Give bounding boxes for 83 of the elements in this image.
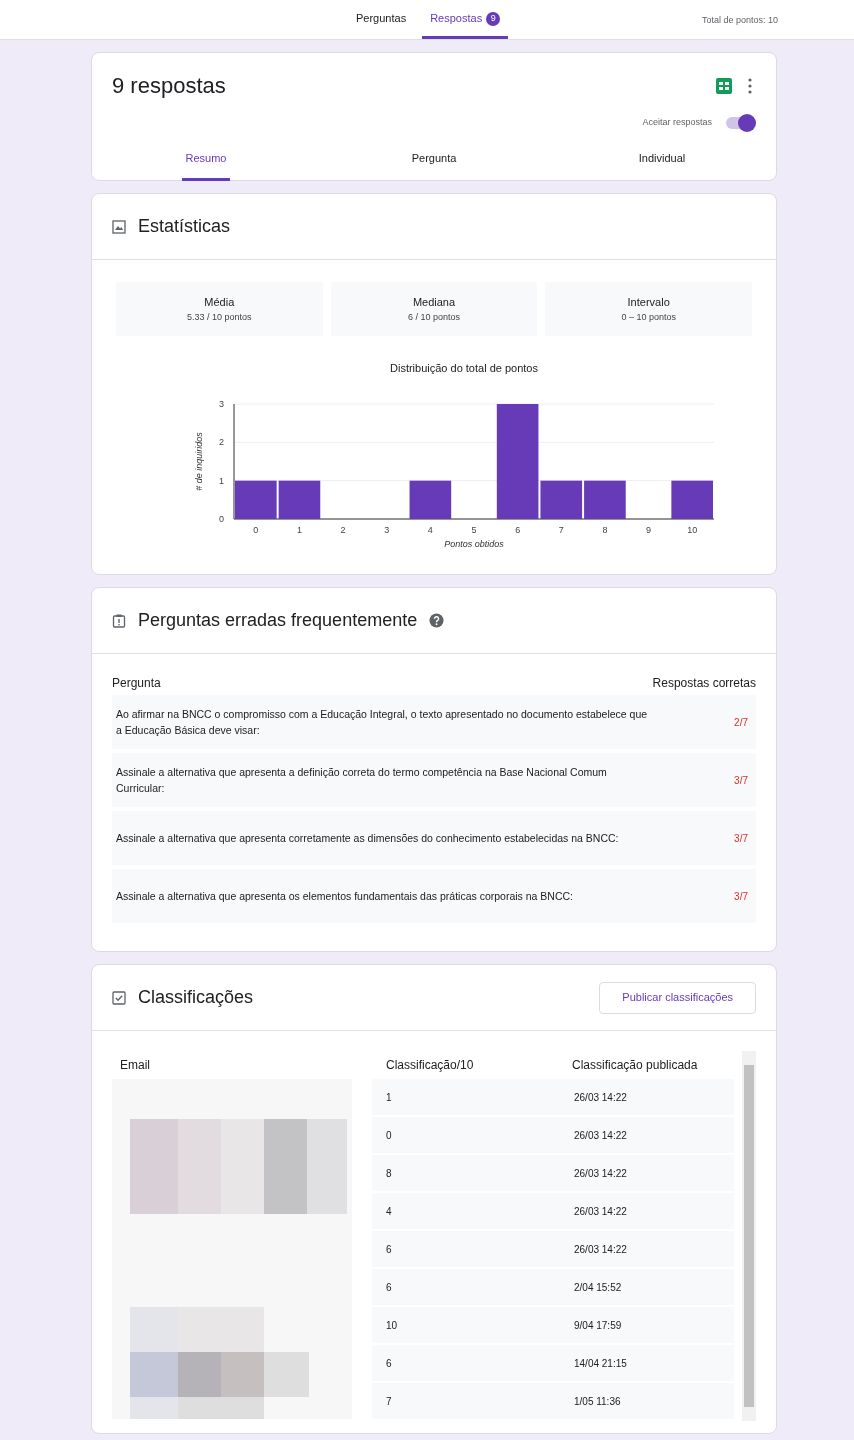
column-header: Classificação publicada bbox=[571, 1057, 699, 1074]
grade-cell-text: 6 bbox=[385, 1242, 393, 1257]
question-text: Assinale a alternativa que apresenta corretamente as dimensões do conhecimento estabelecidas na BNCC: bbox=[116, 831, 620, 846]
column-header: Respostas corretas bbox=[652, 675, 756, 692]
publish-button[interactable]: Publicar classificações bbox=[599, 981, 756, 1014]
response-count: 9 respostas bbox=[112, 72, 226, 100]
stat-label: Média bbox=[204, 295, 235, 310]
y-tick-label: 2 bbox=[219, 437, 224, 448]
bar bbox=[584, 480, 626, 519]
total-points: Total de pontos: 10 bbox=[701, 14, 778, 27]
published-cell-text: 26/03 14:22 bbox=[573, 1128, 628, 1143]
x-axis-label: Pontos obtidos bbox=[444, 539, 504, 549]
x-tick-label: 9 bbox=[646, 525, 652, 535]
more-icon[interactable] bbox=[748, 77, 752, 94]
bar bbox=[409, 480, 452, 519]
alert-icon bbox=[112, 613, 126, 628]
chart-title: Distribuição do total de pontos bbox=[390, 362, 538, 374]
correct-count: 3/7 bbox=[733, 773, 749, 788]
grade-cell-text: 4 bbox=[385, 1204, 393, 1219]
accept-label: Aceitar respostas bbox=[642, 116, 712, 130]
tab[interactable]: Respostas 9 bbox=[422, 1, 509, 39]
stat-value: 6 / 10 pontos bbox=[407, 310, 460, 324]
published-cell-text: 9/04 17:59 bbox=[573, 1318, 623, 1333]
x-tick-label: 2 bbox=[340, 525, 346, 535]
grade-cell-text: 1 bbox=[385, 1090, 393, 1105]
y-axis-label: # de inquiridos bbox=[194, 432, 204, 491]
y-tick-label: 0 bbox=[219, 514, 224, 524]
stat-value: 5.33 / 10 pontos bbox=[187, 310, 252, 324]
bar bbox=[278, 480, 321, 519]
question-text: Assinale a alternativa que apresenta a definição correta do termo competência na Base Nacional Comum Curricular: bbox=[116, 765, 608, 796]
x-tick-label: 0 bbox=[253, 525, 259, 535]
published-cell-text: 26/03 14:22 bbox=[573, 1204, 628, 1219]
bar bbox=[235, 480, 277, 519]
question-text: Assinale a alternativa que apresenta os elementos fundamentais das práticas corporais na BNCC: bbox=[116, 889, 574, 904]
section-title: Perguntas erradas frequentemente bbox=[138, 609, 418, 632]
section-title: Classificações bbox=[138, 986, 255, 1009]
published-cell-text: 26/03 14:22 bbox=[573, 1090, 628, 1105]
help-icon[interactable] bbox=[429, 613, 445, 628]
x-tick-label: 4 bbox=[427, 525, 433, 535]
x-tick-label: 5 bbox=[471, 525, 477, 535]
scrollbar[interactable] bbox=[742, 1051, 756, 1421]
y-tick-label: 1 bbox=[219, 475, 224, 486]
grade-cell-text: 0 bbox=[385, 1128, 393, 1143]
x-tick-label: 6 bbox=[515, 525, 521, 535]
published-cell-text: 1/05 11:36 bbox=[573, 1394, 622, 1409]
column-header: Pergunta bbox=[112, 675, 161, 692]
stat-label: Intervalo bbox=[627, 295, 670, 310]
stat-value: 0 – 10 pontos bbox=[621, 310, 676, 324]
count-badge: 9 bbox=[486, 11, 501, 26]
grade-cell-text: 7 bbox=[385, 1394, 393, 1409]
tab-label: Perguntas bbox=[356, 11, 407, 27]
grade-cell-text: 6 bbox=[385, 1280, 393, 1295]
correct-count: 3/7 bbox=[733, 831, 749, 846]
grade-cell-text: 10 bbox=[385, 1318, 399, 1333]
correct-count: 3/7 bbox=[733, 889, 749, 904]
tab-label: Respostas bbox=[430, 11, 483, 27]
image-icon bbox=[112, 219, 126, 234]
x-tick-label: 1 bbox=[296, 525, 302, 535]
tab[interactable]: Individual bbox=[548, 140, 776, 180]
x-tick-label: 3 bbox=[384, 525, 390, 535]
column-header: Email bbox=[119, 1057, 151, 1074]
y-tick-label: 3 bbox=[219, 399, 224, 409]
spreadsheet-icon[interactable] bbox=[716, 77, 732, 94]
published-cell-text: 2/04 15:52 bbox=[573, 1280, 623, 1295]
x-tick-label: 10 bbox=[687, 525, 698, 535]
stat-label: Mediana bbox=[412, 295, 456, 310]
grade-cell-text: 8 bbox=[385, 1166, 393, 1181]
checkbox-icon bbox=[112, 990, 126, 1005]
tab[interactable]: Pergunta bbox=[320, 140, 548, 180]
question-text: Ao afirmar na BNCC o compromisso com a Educação Integral, o texto apresentado no documento estabelece que a Educação Básica deve visar: bbox=[116, 707, 649, 738]
grade-cell-text: 6 bbox=[385, 1356, 393, 1371]
tab[interactable]: Perguntas bbox=[348, 1, 415, 39]
published-cell-text: 14/04 21:15 bbox=[573, 1356, 628, 1371]
toggle-switch[interactable] bbox=[724, 114, 756, 132]
column-header: Classificação/10 bbox=[385, 1057, 475, 1074]
tab[interactable]: Resumo bbox=[92, 140, 320, 180]
bar bbox=[671, 480, 713, 519]
x-tick-label: 7 bbox=[558, 525, 564, 535]
x-tick-label: 8 bbox=[602, 525, 608, 535]
published-cell-text: 26/03 14:22 bbox=[573, 1242, 628, 1257]
section-title: Estatísticas bbox=[138, 215, 231, 238]
correct-count: 2/7 bbox=[733, 715, 749, 730]
published-cell-text: 26/03 14:22 bbox=[573, 1166, 628, 1181]
